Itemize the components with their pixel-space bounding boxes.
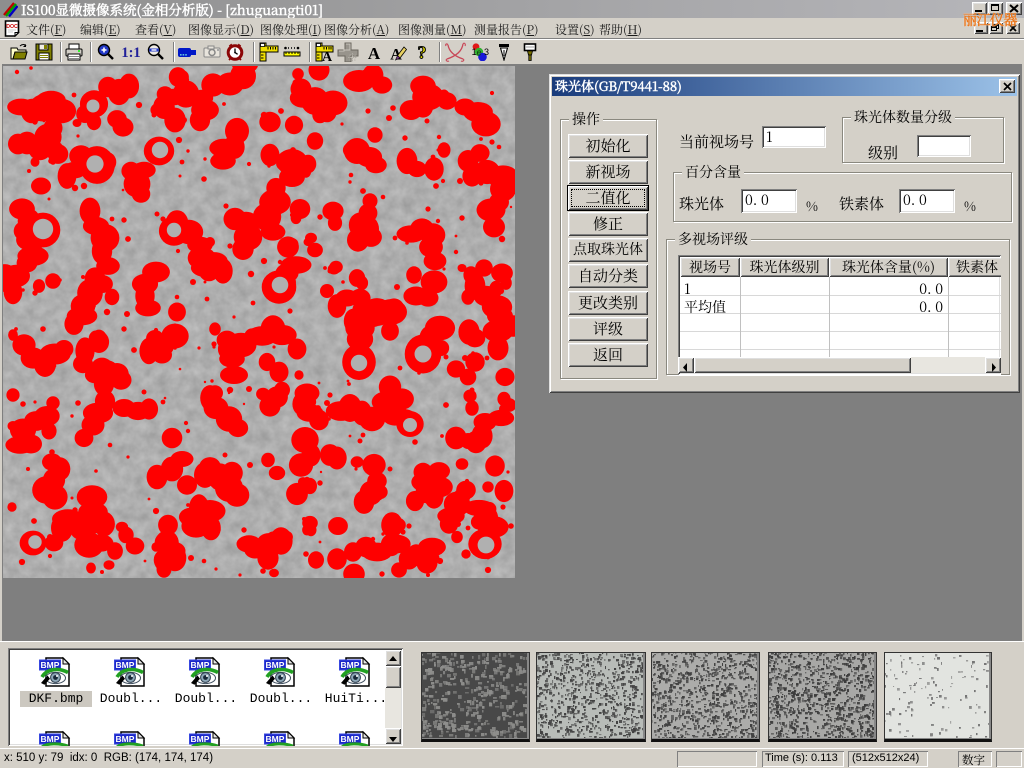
svg-text:?: ? — [418, 43, 427, 61]
svg-text:A: A — [368, 44, 381, 61]
svg-text:A: A — [322, 50, 333, 62]
svg-text:3: 3 — [484, 47, 489, 57]
svg-text:1:1: 1:1 — [121, 45, 140, 61]
svg-text:DOC: DOC — [6, 24, 18, 30]
svg-text:e: e — [477, 48, 482, 58]
